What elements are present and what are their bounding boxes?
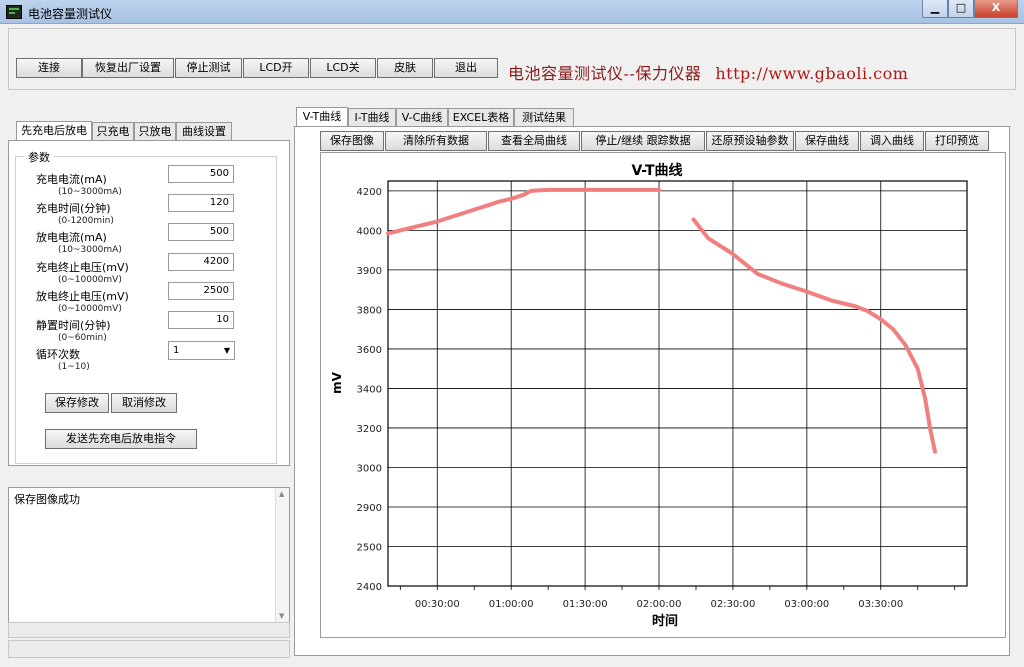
pause-tracking-button[interactable]: 停止/继续 跟踪数据 xyxy=(581,131,705,151)
stop-test-button[interactable]: 停止测试 xyxy=(175,58,242,78)
save-image-button[interactable]: 保存图像 xyxy=(320,131,384,151)
y-tick-label: 2900 xyxy=(357,503,382,514)
log-scrollbar[interactable]: ▲ ▼ xyxy=(275,488,289,622)
lcd-off-button[interactable]: LCD关 xyxy=(310,58,376,78)
y-tick-label: 3400 xyxy=(357,384,382,395)
tab-charge-only[interactable]: 只充电 xyxy=(92,122,134,142)
cycle-count-value: 1 xyxy=(173,345,180,356)
discharge-current-input[interactable]: 500 xyxy=(168,223,234,241)
save-curve-button[interactable]: 保存曲线 xyxy=(795,131,859,151)
x-tick-label: 01:00:00 xyxy=(489,599,534,610)
y-tick-label: 3900 xyxy=(357,266,382,277)
v-t-chart: V-T曲线 时间 mV 4200 4000 3900 3800 3600 3400 3200… xyxy=(330,162,968,629)
y-axis-label: mV xyxy=(330,371,344,394)
minimize-button[interactable]: ▁ xyxy=(922,0,948,18)
x-tick-label: 00:30:00 xyxy=(415,599,460,610)
y-tick-label: 2500 xyxy=(357,542,382,553)
x-tick-label: 03:30:00 xyxy=(858,599,903,610)
status-bar-upper xyxy=(8,622,290,638)
group-title: 参数 xyxy=(24,149,54,165)
maximize-button[interactable]: □ xyxy=(948,0,974,18)
close-button[interactable]: X xyxy=(974,0,1018,18)
cycle-count-label: 循环次数 xyxy=(36,348,80,361)
log-message: 保存图像成功 xyxy=(14,493,80,506)
charge-cutoff-voltage-input[interactable]: 4200 xyxy=(168,253,234,271)
x-tick-label: 02:00:00 xyxy=(637,599,682,610)
chevron-down-icon: ▼ xyxy=(223,346,230,355)
x-tick-label: 02:30:00 xyxy=(710,599,755,610)
restore-axis-button[interactable]: 还原预设轴参数 xyxy=(706,131,794,151)
chart-area: V-T曲线 时间 mV 4200 4000 3900 3800 3600 3400 3200… xyxy=(320,152,1006,638)
rest-time-label: 静置时间(分钟) xyxy=(36,319,111,332)
scroll-down-icon[interactable]: ▼ xyxy=(279,612,284,620)
clear-data-button[interactable]: 清除所有数据 xyxy=(385,131,487,151)
y-tick-label: 3600 xyxy=(357,345,382,356)
tab-test-results[interactable]: 测试结果 xyxy=(514,108,574,128)
charge-current-range: (10~3000mA) xyxy=(58,187,122,197)
print-preview-button[interactable]: 打印预览 xyxy=(925,131,989,151)
chart-title: V-T曲线 xyxy=(631,162,682,179)
y-tick-label: 3000 xyxy=(357,463,382,474)
charge-time-input[interactable]: 120 xyxy=(168,194,234,212)
charge-cutoff-voltage-label: 充电终止电压(mV) xyxy=(36,261,129,274)
discharge-current-label: 放电电流(mA) xyxy=(36,231,107,244)
window-title: 电池容量测试仪 xyxy=(28,7,113,21)
cancel-params-button[interactable]: 取消修改 xyxy=(111,393,177,413)
tab-discharge-only[interactable]: 只放电 xyxy=(134,122,176,142)
charge-current-input[interactable]: 500 xyxy=(168,165,234,183)
charge-cutoff-voltage-range: (0~10000mV) xyxy=(58,275,122,285)
brand-text: 电池容量测试仪--保力仪器 http://www.gbaoli.com xyxy=(508,60,908,84)
load-curve-button[interactable]: 调入曲线 xyxy=(860,131,924,151)
y-tick-label: 3800 xyxy=(357,305,382,316)
log-box: 保存图像成功 ▲ ▼ xyxy=(8,487,290,623)
tab-v-t-curve[interactable]: V-T曲线 xyxy=(296,107,348,128)
status-bar-lower xyxy=(8,640,290,658)
app-icon xyxy=(6,5,22,19)
exit-button[interactable]: 退出 xyxy=(434,58,498,78)
y-tick-label: 3200 xyxy=(357,424,382,435)
tab-v-c-curve[interactable]: V-C曲线 xyxy=(396,108,448,128)
cycle-count-select[interactable]: 1 ▼ xyxy=(168,341,235,360)
y-tick-label: 4200 xyxy=(357,187,382,198)
charge-time-label: 充电时间(分钟) xyxy=(36,202,111,215)
charge-current-label: 充电电流(mA) xyxy=(36,173,107,186)
skin-button[interactable]: 皮肤 xyxy=(377,58,433,78)
tab-i-t-curve[interactable]: I-T曲线 xyxy=(348,108,396,128)
tab-charge-then-discharge[interactable]: 先充电后放电 xyxy=(16,121,92,142)
brand-name: 电池容量测试仪--保力仪器 xyxy=(508,64,702,83)
y-tick-label: 2400 xyxy=(357,582,382,593)
x-tick-label: 01:30:00 xyxy=(563,599,608,610)
tab-curve-settings[interactable]: 曲线设置 xyxy=(176,122,232,142)
factory-reset-button[interactable]: 恢复出厂设置 xyxy=(82,58,174,78)
cycle-count-range: (1~10) xyxy=(58,362,90,372)
view-global-curve-button[interactable]: 查看全局曲线 xyxy=(488,131,580,151)
plot-border xyxy=(387,180,968,587)
save-params-button[interactable]: 保存修改 xyxy=(45,393,109,413)
voltage-curve xyxy=(691,217,937,454)
discharge-cutoff-voltage-range: (0~10000mV) xyxy=(58,304,122,314)
title-bar: 电池容量测试仪 ▁ □ X xyxy=(0,0,1024,24)
charge-time-range: (0-1200min) xyxy=(58,216,114,226)
connect-button[interactable]: 连接 xyxy=(16,58,82,78)
x-axis-label: 时间 xyxy=(652,613,678,629)
y-tick-label: 4000 xyxy=(357,226,382,237)
x-tick-label: 03:00:00 xyxy=(784,599,829,610)
brand-url[interactable]: http://www.gbaoli.com xyxy=(715,64,908,83)
rest-time-range: (0~60min) xyxy=(58,333,107,343)
tab-excel-table[interactable]: EXCEL表格 xyxy=(448,108,514,128)
scroll-up-icon[interactable]: ▲ xyxy=(279,490,284,498)
rest-time-input[interactable]: 10 xyxy=(168,311,234,329)
send-command-button[interactable]: 发送先充电后放电指令 xyxy=(45,429,197,449)
discharge-cutoff-voltage-input[interactable]: 2500 xyxy=(168,282,234,300)
discharge-current-range: (10~3000mA) xyxy=(58,245,122,255)
lcd-on-button[interactable]: LCD开 xyxy=(243,58,309,78)
discharge-cutoff-voltage-label: 放电终止电压(mV) xyxy=(36,290,129,303)
voltage-curve xyxy=(386,187,661,236)
